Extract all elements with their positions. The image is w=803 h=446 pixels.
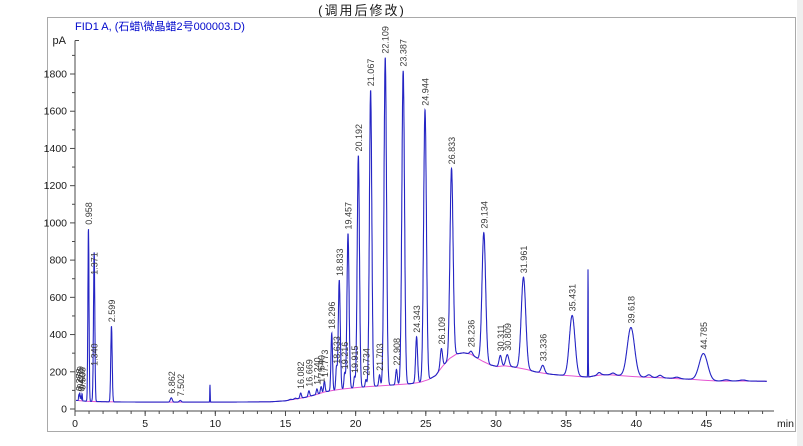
x-tick-label: 35 (560, 418, 572, 430)
y-tick-label: 600 (49, 292, 67, 304)
x-tick-label: 30 (490, 418, 502, 430)
peak-label: 17.773 (320, 350, 330, 378)
peak-label: 30.809 (503, 323, 513, 351)
x-tick-label: 5 (142, 418, 148, 430)
tick-marks (70, 55, 763, 416)
chromatogram-trace (76, 58, 767, 403)
chromatogram-window: (调用后修改) 02004006008001000120014001600180… (0, 0, 803, 446)
peak-label: 23.387 (399, 39, 409, 67)
peak-label: 2.599 (107, 300, 117, 323)
peak-label: 39.618 (626, 296, 636, 324)
x-tick-label: 40 (630, 418, 642, 430)
x-tick-label: 10 (209, 418, 221, 430)
chromatogram-canvas: 0 200 400 600 800 1000 1200 1400 1600 1800 0 5 10 15 2… (0, 0, 803, 446)
y-tick-label: 1600 (44, 106, 68, 118)
y-tick-label: 1200 (44, 180, 68, 192)
x-tick-label: 15 (280, 418, 292, 430)
peak-label: 1.371 (90, 252, 100, 275)
signal-legend: FID1 A, (石蜡\微晶蜡2号000003.D) (75, 18, 245, 34)
peak-label: 20.192 (354, 124, 364, 152)
y-tick-label: 400 (49, 329, 67, 341)
y-tick-label: 1000 (44, 217, 68, 229)
peak-label: 24.944 (421, 78, 431, 106)
y-tick-label: 1400 (44, 143, 68, 155)
peak-label: 7.502 (176, 374, 186, 397)
peak-label: 19.915 (350, 345, 360, 373)
y-axis-unit: pA (53, 35, 67, 47)
window-edge (797, 0, 803, 446)
peak-label: 28.236 (467, 320, 477, 348)
peak-label: 18.833 (335, 248, 345, 276)
x-tick-label: 25 (420, 418, 432, 430)
peak-label: 1.340 (89, 343, 99, 366)
peak-label: 26.109 (437, 317, 447, 345)
x-tick-label: 45 (701, 418, 713, 430)
signal-legend-text: FID1 A, (石蜡\微晶蜡2号000003.D) (75, 21, 245, 33)
peak-label: 35.431 (568, 284, 578, 312)
peak-label: 0.503 (78, 367, 88, 390)
peak-label: 24.343 (412, 305, 422, 333)
peak-label: 22.908 (392, 338, 402, 366)
peak-label: 19.216 (340, 342, 350, 370)
y-tick-label: 1800 (44, 69, 68, 81)
peak-label: 0.958 (84, 202, 94, 225)
x-tick-label: 0 (72, 418, 78, 430)
peak-labels: 0.2720.3390.4200.5030.9581.3401.3712.599… (74, 26, 709, 396)
peak-label: 21.703 (375, 343, 385, 371)
x-axis-unit: min (777, 418, 794, 430)
tick-labels: 0 200 400 600 800 1000 1200 1400 1600 1800 0 5 10 15 2… (44, 69, 713, 431)
peak-label: 29.134 (479, 201, 489, 229)
y-tick-label: 200 (49, 366, 67, 378)
y-tick-label: 0 (61, 404, 67, 416)
peak-label: 20.734 (361, 348, 371, 376)
peak-label: 18.296 (327, 302, 337, 330)
peak-label: 31.961 (519, 246, 529, 274)
peak-label: 21.067 (366, 59, 376, 87)
peak-label: 22.109 (381, 26, 391, 54)
peak-label: 26.833 (447, 137, 457, 165)
peak-label: 19.457 (344, 202, 354, 230)
y-tick-label: 800 (49, 255, 67, 267)
peak-label: 33.336 (538, 334, 548, 362)
x-tick-label: 20 (350, 418, 362, 430)
peak-label: 44.785 (699, 322, 709, 350)
